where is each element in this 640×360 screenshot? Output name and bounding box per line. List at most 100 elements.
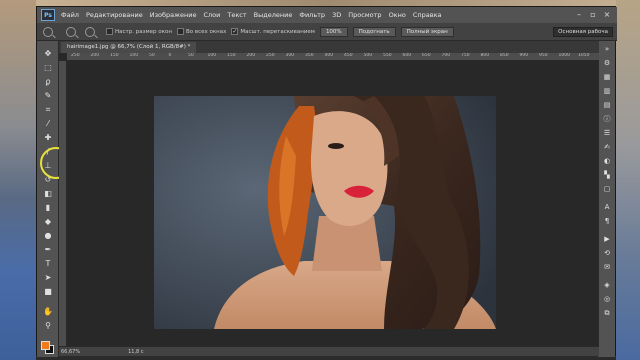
- paths-panel-icon[interactable]: ⧉: [602, 309, 612, 318]
- menu-file[interactable]: Файл: [61, 11, 79, 19]
- ruler-tick-label: 800: [480, 53, 490, 58]
- ruler-tick-label: 400: [324, 53, 334, 58]
- desktop-background-right: [616, 0, 640, 360]
- adjustments-panel-icon[interactable]: ▤: [602, 101, 612, 110]
- history-panel-icon[interactable]: ⚙: [602, 59, 612, 68]
- paragraph-panel-icon[interactable]: ¶: [602, 217, 612, 226]
- foreground-color-swatch[interactable]: [41, 341, 50, 350]
- zoom-tool-icon[interactable]: ⚲: [41, 321, 55, 331]
- zoom-out-icon[interactable]: [85, 26, 95, 37]
- zoom-level-readout[interactable]: 66,67%: [61, 349, 80, 355]
- pen-tool-icon[interactable]: ✒: [41, 245, 55, 255]
- fill-screen-button[interactable]: Полный экран: [400, 26, 454, 37]
- blur-tool-icon[interactable]: ◆: [41, 217, 55, 227]
- vertical-ruler[interactable]: [59, 61, 67, 346]
- lasso-tool-icon[interactable]: ϼ: [41, 77, 55, 87]
- path-selection-tool-icon[interactable]: ➤: [41, 273, 55, 283]
- menu-layers[interactable]: Слои: [203, 11, 220, 19]
- close-icon[interactable]: ×: [603, 11, 611, 19]
- menu-help[interactable]: Справка: [413, 11, 442, 19]
- resize-windows-checkbox[interactable]: Настр. размер окон: [106, 28, 172, 35]
- notes-panel-icon[interactable]: ✉: [602, 263, 612, 272]
- menu-edit[interactable]: Редактирование: [86, 11, 143, 19]
- ruler-tick-label: 650: [422, 53, 431, 58]
- dodge-tool-icon[interactable]: ●: [41, 231, 55, 241]
- document-size-readout: 11,8 с: [128, 348, 144, 355]
- document-tab-bar: hairimage1.jpg @ 66,7% (Слой 1, RGB/8#) …: [59, 41, 599, 53]
- ruler-tick-label: 350: [305, 53, 314, 58]
- ruler-tick-label: 100: [207, 53, 217, 58]
- ruler-tick-label: 50: [149, 53, 155, 58]
- scrubby-zoom-checkbox[interactable]: ✓ Масшт. перетаскиванием: [231, 28, 315, 35]
- color-panel-icon[interactable]: ▦: [602, 73, 612, 82]
- ruler-tick-label: 0: [168, 53, 172, 58]
- gradient-tool-icon[interactable]: ▮: [41, 203, 55, 213]
- window-controls: – ▫ ×: [575, 11, 611, 19]
- eraser-tool-icon[interactable]: ◧: [41, 189, 55, 199]
- ruler-tick-label: 900: [519, 53, 529, 58]
- tools-panel: ✥ ⬚ ϼ ✎ ⌗ ⁄ ✚ ∕ ⊥ ↺ ◧ ▮ ◆ ● ✒ T ➤ ■ ✋ ⚲: [37, 41, 59, 357]
- minimize-icon[interactable]: –: [575, 11, 583, 19]
- styles-panel-icon[interactable]: ◐: [602, 157, 612, 166]
- navigator-panel-icon[interactable]: ▢: [602, 185, 612, 194]
- zoom-in-icon[interactable]: [66, 26, 76, 37]
- channels-panel-icon[interactable]: ◎: [602, 295, 612, 304]
- ruler-tick-label: 250: [266, 53, 275, 58]
- maximize-icon[interactable]: ▫: [589, 11, 597, 19]
- options-bar: Настр. размер окон Во всех окнах ✓ Масшт…: [37, 23, 617, 41]
- ruler-tick-label: 500: [363, 53, 373, 58]
- menu-select[interactable]: Выделение: [254, 11, 293, 19]
- ruler-tick-label: 300: [285, 53, 295, 58]
- menu-3d[interactable]: 3D: [332, 11, 341, 19]
- ruler-tick-label: 250: [71, 53, 80, 58]
- properties-panel-icon[interactable]: ☰: [602, 129, 612, 138]
- all-windows-checkbox[interactable]: Во всех окнах: [176, 28, 226, 35]
- actions-panel-icon[interactable]: ▶: [602, 235, 612, 244]
- canvas-workspace[interactable]: [67, 61, 599, 346]
- type-tool-icon[interactable]: T: [41, 259, 55, 269]
- layers-panel-icon[interactable]: ◈: [602, 281, 612, 290]
- workspace-select[interactable]: Основная рабоча: [553, 26, 613, 37]
- quick-select-tool-icon[interactable]: ✎: [41, 91, 55, 101]
- ruler-tick-label: 1050: [578, 53, 590, 58]
- menu-window[interactable]: Окно: [389, 11, 406, 19]
- desktop-background-left: [0, 0, 36, 360]
- scrubby-zoom-label: Масшт. перетаскиванием: [240, 28, 315, 35]
- swatches-panel-icon[interactable]: ▥: [602, 87, 612, 96]
- checkbox-unchecked-icon: [176, 28, 184, 35]
- resize-windows-label: Настр. размер окон: [115, 28, 172, 35]
- brush-panel-icon[interactable]: ✍: [602, 143, 612, 152]
- info-panel-icon[interactable]: ⓘ: [602, 115, 612, 124]
- checkbox-checked-icon: ✓: [231, 28, 239, 35]
- document-image[interactable]: [154, 96, 496, 329]
- healing-brush-tool-icon[interactable]: ✚: [41, 133, 55, 143]
- zoom-100-button[interactable]: 100%: [319, 26, 348, 37]
- ruler-tick-label: 150: [110, 53, 119, 58]
- shape-tool-icon[interactable]: ■: [41, 287, 55, 297]
- document-tab[interactable]: hairimage1.jpg @ 66,7% (Слой 1, RGB/8#) …: [61, 42, 197, 53]
- fit-screen-button[interactable]: Подогнать: [352, 26, 396, 37]
- menu-image[interactable]: Изображение: [150, 11, 197, 19]
- timeline-panel-icon[interactable]: ⟲: [602, 249, 612, 258]
- crop-tool-icon[interactable]: ⌗: [41, 105, 55, 115]
- menu-bar: Ps Файл Редактирование Изображение Слои …: [37, 7, 617, 23]
- move-tool-icon[interactable]: ✥: [41, 49, 55, 59]
- character-panel-icon[interactable]: A: [602, 203, 612, 212]
- hand-tool-icon[interactable]: ✋: [41, 307, 55, 317]
- marquee-tool-icon[interactable]: ⬚: [41, 63, 55, 73]
- ruler-tick-label: 200: [246, 53, 256, 58]
- ruler-tick-label: 950: [539, 53, 548, 58]
- zoom-tool-icon: [43, 26, 53, 37]
- right-panels-dock: » ⚙ ▦ ▥ ▤ ⓘ ☰ ✍ ◐ ▚ ▢ A ¶ ▶ ⟲ ✉ ◈ ◎ ⧉: [597, 41, 615, 357]
- checkbox-unchecked-icon: [106, 28, 113, 35]
- ruler-tick-label: 750: [461, 53, 470, 58]
- eyedropper-tool-icon[interactable]: ⁄: [41, 119, 55, 129]
- ruler-tick-label: 450: [344, 53, 353, 58]
- menu-view[interactable]: Просмотр: [348, 11, 381, 19]
- portrait-image: [154, 96, 496, 329]
- menu-type[interactable]: Текст: [227, 11, 246, 19]
- menu-filter[interactable]: Фильтр: [299, 11, 325, 19]
- clone-source-panel-icon[interactable]: ▚: [602, 171, 612, 180]
- horizontal-ruler[interactable]: 250 200 150 100 50 0 50 100 150 200 250 300 350 400 45…: [67, 53, 599, 61]
- panel-collapse-icon[interactable]: »: [602, 45, 612, 54]
